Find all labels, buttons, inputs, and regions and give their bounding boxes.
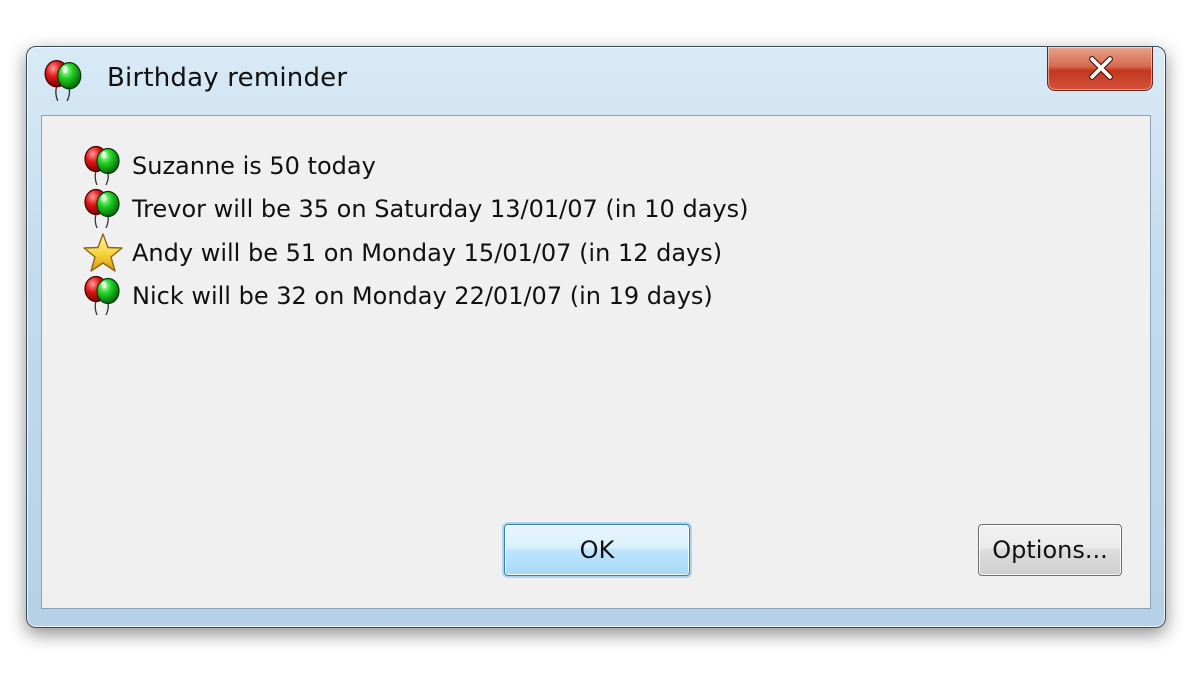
reminder-text: Nick will be 32 on Monday 22/01/07 (in 1…: [132, 282, 713, 311]
screen: Birthday reminder Suzanne is 50 today Tr…: [0, 0, 1200, 675]
ok-button[interactable]: OK: [504, 524, 690, 576]
balloons-icon: [41, 59, 87, 103]
balloons-icon: [82, 275, 124, 317]
options-button[interactable]: Options...: [978, 524, 1122, 576]
window-title: Birthday reminder: [107, 63, 348, 93]
list-item: Trevor will be 35 on Saturday 13/01/07 (…: [82, 188, 748, 232]
list-item: Nick will be 32 on Monday 22/01/07 (in 1…: [82, 275, 748, 319]
list-item: Andy will be 51 on Monday 15/01/07 (in 1…: [82, 231, 748, 275]
dialog-window: Birthday reminder Suzanne is 50 today Tr…: [26, 46, 1166, 628]
list-item: Suzanne is 50 today: [82, 144, 748, 188]
close-button[interactable]: [1047, 47, 1153, 91]
reminder-text: Trevor will be 35 on Saturday 13/01/07 (…: [132, 195, 749, 224]
balloons-icon: [82, 145, 124, 187]
reminder-text: Andy will be 51 on Monday 15/01/07 (in 1…: [132, 238, 723, 267]
balloons-icon: [82, 188, 124, 230]
title-bar[interactable]: Birthday reminder: [27, 47, 1165, 113]
reminder-text: Suzanne is 50 today: [132, 151, 376, 180]
dialog-content: Suzanne is 50 today Trevor will be 35 on…: [41, 115, 1151, 609]
reminder-list: Suzanne is 50 today Trevor will be 35 on…: [82, 144, 748, 318]
close-icon: [1089, 56, 1113, 80]
star-icon: [82, 232, 124, 274]
